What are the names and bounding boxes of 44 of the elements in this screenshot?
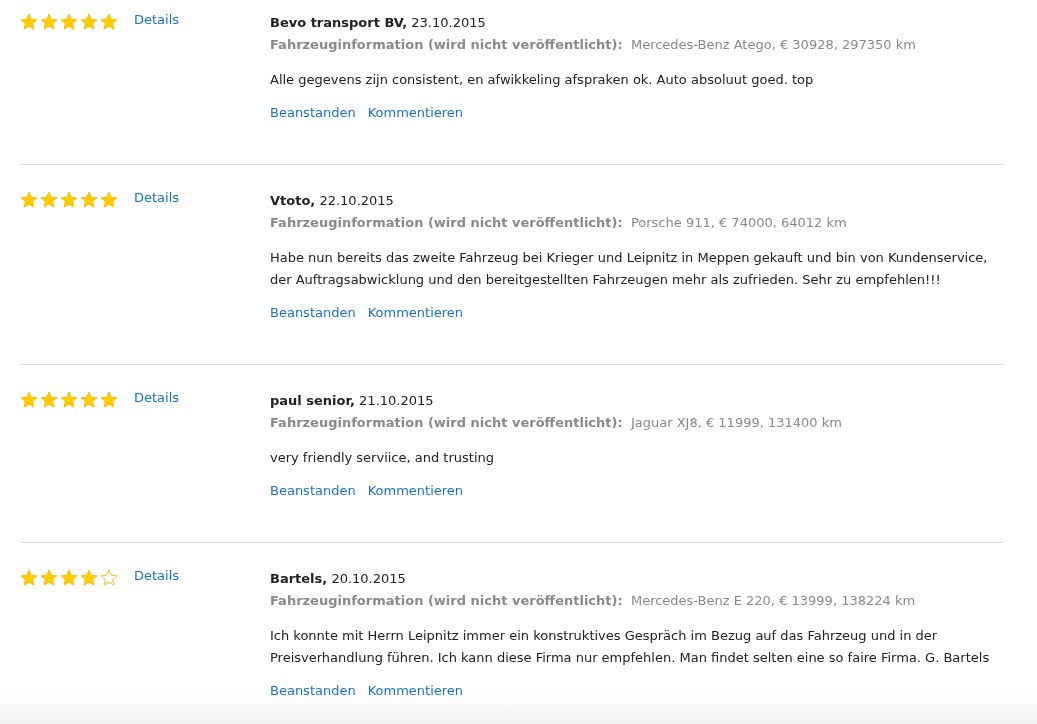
review-text: Ich konnte mit Herrn Leipnitz immer ein konstruktives Gespräch im Bezug auf das Fahrzeug und in der Preisverhandlung führen. Ich kann diese Firma nur empfehlen. Man findet selten eine so faire Firma. G. Bartels [270, 627, 991, 667]
review-text: Habe nun bereits das zweite Fahrzeug bei Krieger und Leipnitz in Meppen gekauft und bin von Kundenservice, der Auftragsabwicklung und den bereitgestellten Fahrzeugen mehr als zufrieden. Sehr zu empfehlen!!! [270, 249, 989, 289]
reviewer-name-date: Bevo transport BV, 23.10.2015 [270, 14, 487, 32]
details-link[interactable]: Details [134, 568, 180, 583]
vehicle-info: Fahrzeuginformation (wird nicht veröffentlicht): Mercedes-Benz E 220, € 13999, 138224 km [270, 592, 917, 610]
details-link[interactable]: Details [134, 390, 180, 405]
filled-star-icon [80, 569, 98, 587]
comment-link[interactable]: Kommentieren [367, 102, 464, 124]
filled-star-icon [80, 191, 98, 209]
vehicle-info: Fahrzeuginformation (wird nicht veröffentlicht): Jaguar XJ8, € 11999, 131400 km [270, 414, 843, 432]
comment-link[interactable]: Kommentieren [367, 302, 464, 324]
filled-star-icon [20, 13, 38, 31]
complain-link[interactable]: Beanstanden [270, 102, 356, 124]
comment-link[interactable]: Kommentieren [367, 480, 464, 502]
filled-star-icon [60, 569, 78, 587]
filled-star-icon [60, 191, 78, 209]
filled-star-icon [40, 13, 58, 31]
filled-star-icon [60, 391, 78, 409]
reviewer-name-date: paul senior, 21.10.2015 [270, 392, 435, 410]
reviewer-name-date: Vtoto, 22.10.2015 [270, 192, 395, 210]
filled-star-icon [60, 13, 78, 31]
details-link[interactable]: Details [134, 12, 180, 27]
filled-star-icon [100, 391, 118, 409]
filled-star-icon [20, 191, 38, 209]
complain-link[interactable]: Beanstanden [270, 680, 356, 702]
filled-star-icon [100, 191, 118, 209]
details-link[interactable]: Details [134, 190, 180, 205]
vehicle-info: Fahrzeuginformation (wird nicht veröffentlicht): Porsche 911, € 74000, 64012 km [270, 214, 848, 232]
complain-link[interactable]: Beanstanden [270, 480, 356, 502]
filled-star-icon [80, 391, 98, 409]
empty-star-icon [100, 569, 118, 587]
vehicle-info: Fahrzeuginformation (wird nicht veröffentlicht): Mercedes-Benz Atego, € 30928, 297350 km [270, 36, 917, 54]
filled-star-icon [40, 569, 58, 587]
filled-star-icon [40, 191, 58, 209]
filled-star-icon [100, 13, 118, 31]
complain-link[interactable]: Beanstanden [270, 302, 356, 324]
filled-star-icon [40, 391, 58, 409]
comment-link[interactable]: Kommentieren [367, 680, 464, 702]
filled-star-icon [20, 569, 38, 587]
filled-star-icon [80, 13, 98, 31]
reviewer-name-date: Bartels, 20.10.2015 [270, 570, 407, 588]
review-text: very friendly serviice, and trusting [270, 449, 495, 467]
review-text: Alle gegevens zijn consistent, en afwikkeling afspraken ok. Auto absoluut goed. top [270, 71, 815, 89]
filled-star-icon [20, 391, 38, 409]
